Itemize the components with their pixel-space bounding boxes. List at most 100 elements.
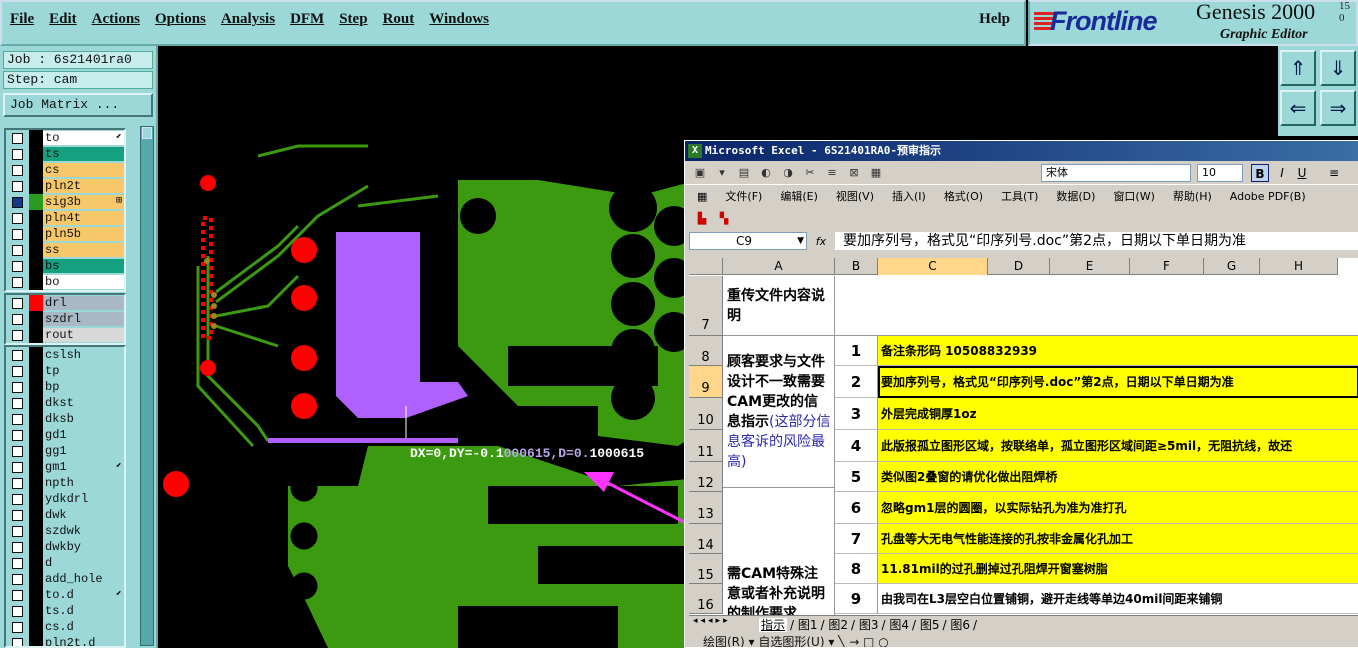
layer-checkbox[interactable] — [12, 349, 23, 361]
pdf-convert-icon[interactable]: ▙ — [693, 211, 711, 227]
layer-checkbox[interactable] — [12, 164, 23, 176]
item-number-cell[interactable]: 2 — [835, 366, 878, 398]
layer-checkbox[interactable] — [12, 148, 23, 160]
excel-menu-window[interactable]: 窗口(W) — [1113, 188, 1154, 204]
instruction-cell[interactable]: 外层完成铜厚1oz — [878, 398, 1358, 430]
layer-checkbox[interactable] — [12, 228, 23, 240]
layer-checkbox[interactable] — [12, 196, 23, 208]
row-header[interactable]: 16 — [689, 584, 723, 614]
layer-row-szdrl[interactable]: szdrl — [6, 311, 124, 327]
layer-row-ts.d[interactable]: ts.d — [6, 603, 124, 619]
tab-sheet-fig3[interactable]: 图3 — [859, 618, 879, 632]
row-header[interactable]: 15 — [689, 554, 723, 584]
layer-color-swatch[interactable] — [29, 587, 43, 603]
layer-row-add_hole[interactable]: add_hole — [6, 571, 124, 587]
layer-color-swatch[interactable] — [29, 635, 43, 646]
layer-checkbox[interactable] — [12, 573, 23, 585]
crop-icon[interactable]: ✂ — [801, 165, 819, 181]
layer-color-swatch[interactable] — [29, 178, 43, 194]
layer-color-swatch[interactable] — [29, 347, 43, 363]
pdf-mail-icon[interactable]: ▚ — [715, 211, 733, 227]
scroll-up-arrow-icon[interactable] — [142, 127, 152, 139]
item-number-cell[interactable]: 3 — [835, 398, 878, 430]
layer-row-cs[interactable]: cs — [6, 162, 124, 178]
layer-color-swatch[interactable] — [29, 491, 43, 507]
layer-color-swatch[interactable] — [29, 274, 43, 290]
brightness-icon[interactable]: ◑ — [779, 165, 797, 181]
menu-actions[interactable]: Actions — [92, 11, 140, 28]
layer-color-swatch[interactable] — [29, 523, 43, 539]
layer-color-swatch[interactable] — [29, 146, 43, 162]
row-header[interactable]: 14 — [689, 524, 723, 554]
item-number-cell[interactable]: 4 — [835, 430, 878, 462]
layer-row-to.d[interactable]: to.d ⬋ — [6, 587, 124, 603]
layer-color-swatch[interactable] — [29, 603, 43, 619]
layer-checkbox[interactable] — [12, 461, 23, 473]
tab-scroll-arrows-icon[interactable]: ◂◂◂▸▸ — [693, 616, 731, 626]
layer-row-d[interactable]: d — [6, 555, 124, 571]
layer-checkbox[interactable] — [12, 313, 23, 325]
instruction-cell[interactable]: 类似图2叠窗的请优化做出阻焊桥 — [878, 462, 1358, 492]
layer-checkbox[interactable] — [12, 605, 23, 617]
layer-checkbox[interactable] — [12, 413, 23, 425]
name-box[interactable]: C9 ▼ — [689, 232, 807, 250]
layer-row-rout[interactable]: rout — [6, 327, 124, 343]
layer-row-cs.d[interactable]: cs.d — [6, 619, 124, 635]
menu-edit[interactable]: Edit — [49, 11, 77, 28]
excel-menu-view[interactable]: 视图(V) — [836, 188, 874, 204]
layer-color-swatch[interactable] — [29, 395, 43, 411]
formula-input[interactable]: 要加序列号，格式见“印序列号.doc”第2点，日期以下单日期为准 — [835, 232, 1358, 250]
menu-options[interactable]: Options — [155, 11, 206, 28]
layer-row-pln2t.d[interactable]: pln2t.d — [6, 635, 124, 646]
layer-color-swatch[interactable] — [29, 363, 43, 379]
column-header[interactable]: C — [878, 258, 988, 275]
layer-checkbox[interactable] — [12, 525, 23, 537]
layer-row-pln4t[interactable]: pln4t — [6, 210, 124, 226]
tab-sheet-fig1[interactable]: 图1 — [798, 618, 818, 632]
pan-right-icon[interactable]: ⇒ — [1320, 90, 1356, 126]
layer-checkbox[interactable] — [12, 365, 23, 377]
layer-checkbox[interactable] — [12, 397, 23, 409]
layer-row-to[interactable]: to ⬋ — [6, 130, 124, 146]
tab-sheet-fig2[interactable]: 图2 — [828, 618, 848, 632]
layer-color-swatch[interactable] — [29, 379, 43, 395]
layer-row-ts[interactable]: ts — [6, 146, 124, 162]
layer-row-ss[interactable]: ss — [6, 242, 124, 258]
layer-row-ydkdrl[interactable]: ydkdrl — [6, 491, 124, 507]
layer-color-swatch[interactable] — [29, 311, 43, 327]
insert-picture-icon[interactable]: ▤ — [735, 165, 753, 181]
section-reupload-cell[interactable]: 重传文件内容说明 — [723, 276, 835, 336]
italic-button[interactable]: I — [1273, 164, 1291, 182]
layer-color-swatch[interactable] — [29, 210, 43, 226]
item-number-cell[interactable]: 8 — [835, 554, 878, 584]
select-all-corner[interactable] — [689, 258, 723, 275]
column-header[interactable]: A — [723, 258, 835, 275]
layer-color-swatch[interactable] — [29, 295, 43, 311]
worksheet-grid[interactable]: A B C D E F G H 7 重传文件内容说明 顾客要求与文件设计不一致需… — [689, 258, 1358, 616]
layer-checkbox[interactable] — [12, 557, 23, 569]
layer-color-swatch[interactable] — [29, 443, 43, 459]
item-number-cell[interactable]: 5 — [835, 462, 878, 492]
toolbar-overflow-icon[interactable]: ▾ — [713, 165, 731, 181]
pan-left-icon[interactable]: ⇐ — [1280, 90, 1316, 126]
layer-checkbox[interactable] — [12, 589, 23, 601]
layer-row-dksb[interactable]: dksb — [6, 411, 124, 427]
underline-button[interactable]: U — [1293, 164, 1311, 182]
save-icon[interactable]: ▣ — [691, 165, 709, 181]
layer-color-swatch[interactable] — [29, 539, 43, 555]
layer-color-swatch[interactable] — [29, 411, 43, 427]
instruction-cell[interactable]: 由我司在L3层空白位置铺铜，避开走线等单边40mil间距来铺铜 — [878, 584, 1358, 614]
layer-row-bo[interactable]: bo — [6, 274, 124, 290]
layer-checkbox[interactable] — [12, 260, 23, 272]
instruction-cell[interactable]: 备注条形码 10508832939 — [878, 336, 1358, 366]
layer-row-bs[interactable]: bs — [6, 258, 124, 274]
instruction-cell[interactable]: 孔盘等大无电气性能连接的孔按非金属化孔加工 — [878, 524, 1358, 554]
layer-color-swatch[interactable] — [29, 427, 43, 443]
contrast-icon[interactable]: ◐ — [757, 165, 775, 181]
layer-color-swatch[interactable] — [29, 459, 43, 475]
drawing-toolbar[interactable]: 绘图(R) ▾ 自选图形(U) ▾ ╲ → □ ○ — [689, 633, 1358, 647]
item-number-cell[interactable]: 9 — [835, 584, 878, 614]
line-style-icon[interactable]: ≡ — [823, 165, 841, 181]
layer-color-swatch[interactable] — [29, 226, 43, 242]
item-number-cell[interactable]: 7 — [835, 524, 878, 554]
